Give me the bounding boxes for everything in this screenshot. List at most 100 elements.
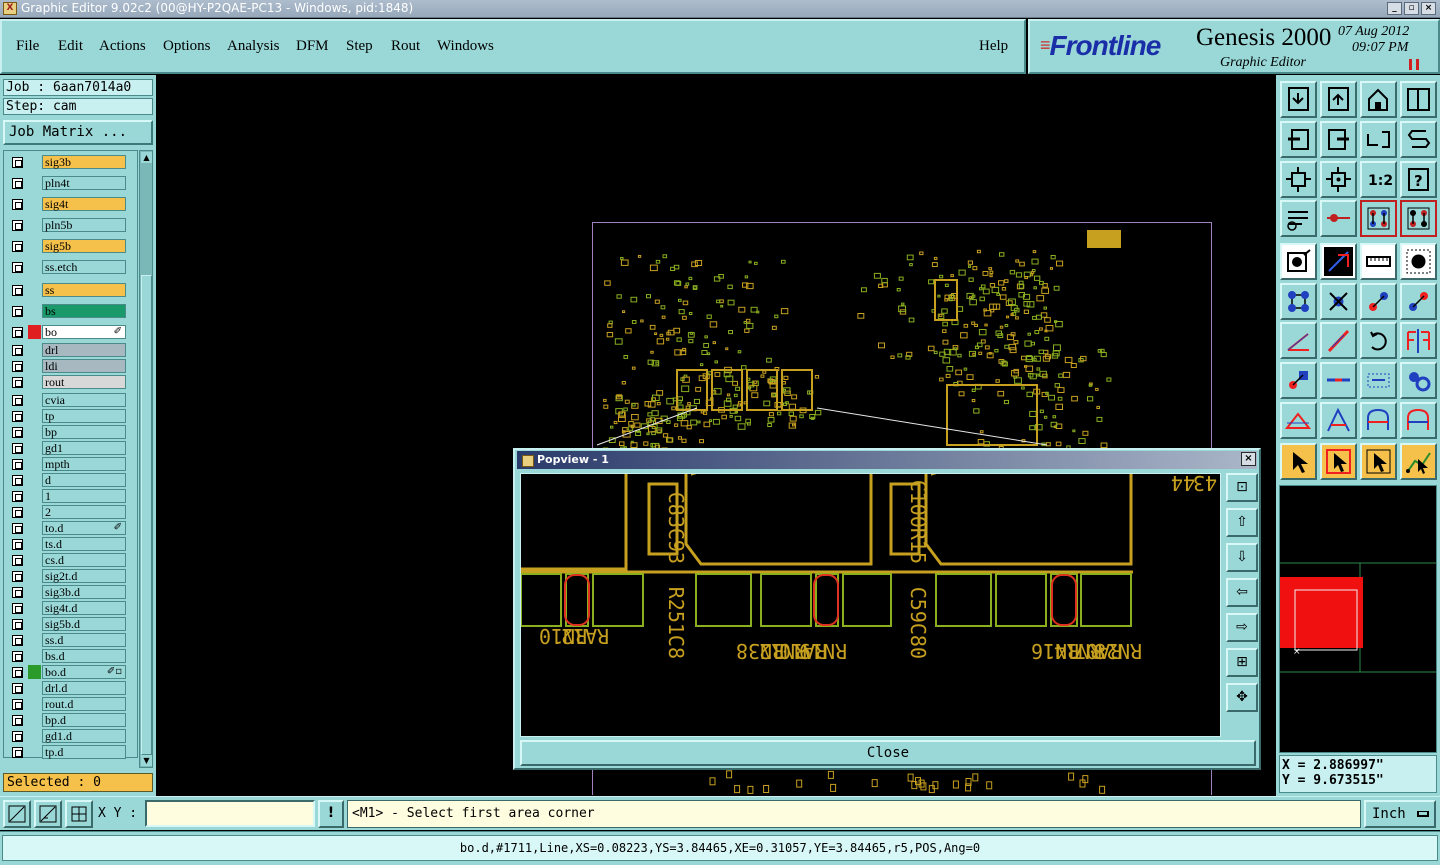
measure-icon[interactable] [1280,200,1317,237]
snap-icon[interactable] [1320,200,1357,237]
layer-name[interactable]: sig4t [42,197,126,211]
layer-color-swatch[interactable] [28,649,41,663]
layer-row-sig5b[interactable]: sig5b [6,239,126,253]
xy-input[interactable] [145,800,315,827]
menu-actions[interactable]: Actions [99,38,146,55]
layer-name[interactable]: cvia [42,393,126,407]
layer-row-2[interactable]: 2 [6,505,126,519]
popview-down-icon[interactable]: ⇩ [1226,543,1258,572]
layer-checkbox[interactable] [12,306,23,317]
layer-color-swatch[interactable] [28,681,41,695]
layer-checkbox[interactable] [12,523,23,534]
layer-checkbox[interactable] [12,411,23,422]
layer-checkbox[interactable] [12,587,23,598]
scroll-up-icon[interactable]: ▲ [141,152,152,163]
layer-name[interactable]: gd1 [42,441,126,455]
layer-row-bo[interactable]: bo ✐ [6,325,126,339]
layer-row-sig4t-d[interactable]: sig4t.d [6,601,126,615]
popview-zoom-icon[interactable]: ⊡ [1226,473,1258,502]
polygon-icon[interactable] [1360,402,1397,439]
layer-row-gd1-d[interactable]: gd1.d [6,729,126,743]
layer-checkbox[interactable] [12,491,23,502]
line-tool-icon[interactable] [1320,362,1357,399]
layer-row-rout-d[interactable]: rout.d [6,697,126,711]
navigation-map[interactable]: × [1279,485,1437,753]
cross-icon[interactable] [1320,283,1357,320]
layer-color-swatch[interactable] [28,441,41,455]
layer-checkbox[interactable] [12,427,23,438]
layer-checkbox[interactable] [12,395,23,406]
layer-name[interactable]: 1 [42,489,126,503]
close-window-button[interactable]: × [1421,2,1436,15]
layer-name[interactable]: drl [42,343,126,357]
layer-checkbox[interactable] [12,715,23,726]
select-icon[interactable] [1280,362,1317,399]
layer-name[interactable]: rout.d [42,697,126,711]
layer-row-sig3b-d[interactable]: sig3b.d [6,585,126,599]
arc-icon[interactable] [1320,402,1357,439]
popview-close-button[interactable]: Close [520,740,1256,766]
layer-color-swatch[interactable] [28,375,41,389]
layer-row-pln5b[interactable]: pln5b [6,218,126,232]
popview-close-icon[interactable]: × [1241,452,1256,466]
layer-checkbox[interactable] [12,361,23,372]
layer-name[interactable]: ldi [42,359,126,373]
layer-checkbox[interactable] [12,731,23,742]
layer-row-ldi[interactable]: ldi [6,359,126,373]
layer-name[interactable]: sig4t.d [42,601,126,615]
zoom-out-icon[interactable] [1320,81,1357,118]
layer-row-sig3b[interactable]: sig3b [6,155,126,169]
layer-checkbox[interactable] [12,667,23,678]
line-draw-icon[interactable] [1320,243,1357,280]
layer-row-cvia[interactable]: cvia [6,393,126,407]
layer-name[interactable]: tp [42,409,126,423]
layer-name[interactable]: tp.d [42,745,126,759]
layer-checkbox[interactable] [12,747,23,758]
layer-row-bp[interactable]: bp [6,425,126,439]
pan-left-icon[interactable] [1280,121,1317,158]
popview-left-icon[interactable]: ⇦ [1226,578,1258,607]
layer-checkbox[interactable] [12,157,23,168]
layer-name[interactable]: drl.d [42,681,126,695]
pan-right-icon[interactable] [1320,121,1357,158]
job-matrix-button[interactable]: Job Matrix ... [3,120,153,145]
layer-name[interactable]: mpth [42,457,126,471]
layer-color-swatch[interactable] [28,633,41,647]
layer-color-swatch[interactable] [28,197,41,211]
layer-row-tp[interactable]: tp [6,409,126,423]
home-icon[interactable] [1360,81,1397,118]
layer-name[interactable]: ss.etch [42,260,126,274]
layer-color-swatch[interactable] [28,713,41,727]
menu-windows[interactable]: Windows [437,38,494,55]
layer-row-drl[interactable]: drl [6,343,126,357]
scroll-thumb[interactable] [141,275,152,755]
layer-checkbox[interactable] [12,635,23,646]
rotate-icon[interactable] [1360,322,1397,359]
layer-row-d[interactable]: d [6,473,126,487]
layer-checkbox[interactable] [12,178,23,189]
zoom-in-icon[interactable] [1280,81,1317,118]
layer-name[interactable]: rout [42,375,126,389]
move-icon[interactable] [1360,283,1397,320]
layer-color-swatch[interactable] [28,745,41,759]
popview-fit-icon[interactable]: ⊞ [1226,648,1258,677]
layer-checkbox[interactable] [12,241,23,252]
layer-color-swatch[interactable] [28,521,41,535]
layer-color-swatch[interactable] [28,176,41,190]
redraw-icon[interactable] [1400,121,1437,158]
layer-checkbox[interactable] [12,683,23,694]
layer-row-gd1[interactable]: gd1 [6,441,126,455]
layer-name[interactable]: pln5b [42,218,126,232]
warning-button[interactable]: ! [318,800,344,828]
layer-row-ss-d[interactable]: ss.d [6,633,126,647]
layer-color-swatch[interactable] [28,489,41,503]
layer-row-1[interactable]: 1 [6,489,126,503]
layer-row-bs[interactable]: bs [6,304,126,318]
layer-row-sig4t[interactable]: sig4t [6,197,126,211]
maximize-button[interactable]: ▫ [1404,2,1419,15]
pointer-box-icon[interactable] [1320,443,1357,480]
scroll-down-icon[interactable]: ▼ [141,755,152,766]
layer-name[interactable]: bo.d ✐▫ [42,665,126,679]
popview-right-icon[interactable]: ⇨ [1226,613,1258,642]
layer-name[interactable]: sig5b.d [42,617,126,631]
